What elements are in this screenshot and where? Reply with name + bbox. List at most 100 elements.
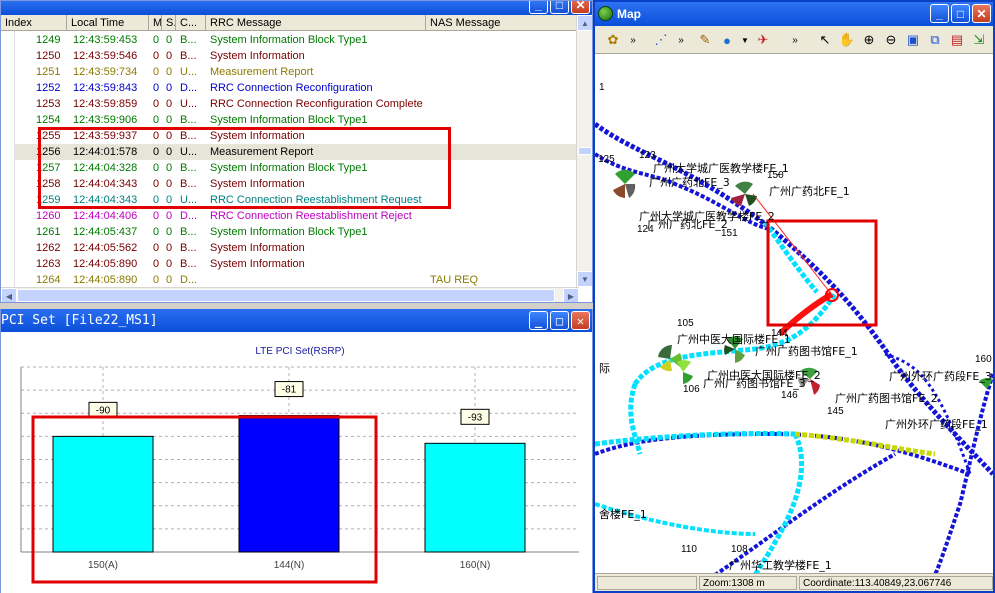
zoom-out-icon[interactable]: ⊖ [881, 30, 901, 50]
map-window-titlebar[interactable]: Map _ □ ✕ [595, 2, 993, 26]
scroll-right-icon[interactable]: ▶ [563, 288, 579, 302]
cell-s: 0 [166, 66, 173, 78]
cell-m: 0 [153, 82, 160, 94]
pci-window-titlebar[interactable]: PCI Set [File22_MS1] _ □ ✕ [1, 309, 592, 332]
export-icon[interactable]: ⇲ [969, 30, 989, 50]
cell-index: 1261 [36, 226, 61, 238]
satellite-icon[interactable]: ✈ [753, 30, 773, 50]
minimize-button[interactable]: _ [529, 1, 548, 14]
x-tick-label: 144(N) [274, 560, 305, 571]
cell-rrc-message [206, 272, 426, 288]
column-header-m[interactable]: M [149, 15, 162, 30]
cell-rrc-message: System Information [210, 50, 305, 62]
cell-nas-message [426, 32, 576, 48]
cell-site-105[interactable] [658, 344, 682, 372]
dropdown-arrow-icon[interactable]: ▼ [735, 30, 755, 50]
maximize-button[interactable]: □ [550, 311, 569, 330]
pointer-icon[interactable]: ↖ [815, 30, 835, 50]
cell-site-146[interactable] [797, 367, 820, 395]
coordinate-readout: Coordinate:113.40849,23.067746 [799, 576, 993, 590]
cell-time: 12:43:59:843 [73, 82, 138, 94]
hscroll-thumb[interactable] [17, 289, 555, 302]
cell-nas-message [426, 256, 576, 272]
maximize-button[interactable]: □ [550, 1, 569, 14]
cell-nas-message [426, 48, 576, 64]
column-header-s[interactable]: S.. [162, 15, 176, 30]
cell-channel: D... [180, 82, 198, 94]
column-header-nas[interactable]: NAS Message [426, 15, 579, 30]
table-row[interactable]: 1251 12:43:59:734 0 0 U... Measurement Report [15, 64, 579, 80]
column-header-index[interactable]: Index [1, 15, 67, 30]
table-row[interactable]: 1252 12:43:59:843 0 0 D... RRC Connection Rec… [15, 80, 579, 96]
cell-site-106[interactable] [677, 360, 693, 384]
scroll-down-icon[interactable]: ▼ [577, 271, 592, 287]
cell-nas-message [426, 96, 576, 112]
cell-rrc-message: System Information Block Type1 [210, 114, 368, 126]
table-row[interactable]: 1260 12:44:04:406 0 0 D... RRC Connection Ree… [15, 208, 579, 224]
cell-time: 12:43:59:453 [73, 34, 138, 46]
table-row[interactable]: 1250 12:43:59:546 0 0 B... System Information [15, 48, 579, 64]
cell-time: 12:44:04:406 [73, 210, 138, 222]
cell-s: 0 [166, 82, 173, 94]
route-segment-5 [752, 432, 805, 575]
column-header-time[interactable]: Local Time [67, 15, 149, 30]
route-segment-1 [762, 220, 819, 294]
table-row[interactable]: 1264 12:44:05:890 0 0 D... TAU REQ [15, 272, 579, 288]
zoom-readout: Zoom:1308 m [699, 576, 797, 590]
table-row[interactable]: 1254 12:43:59:906 0 0 B... System Information… [15, 112, 579, 128]
table-row[interactable]: 1249 12:43:59:453 0 0 B... System Information… [15, 32, 579, 48]
cell-time: 12:43:59:859 [73, 98, 138, 110]
horizontal-scrollbar[interactable]: ◀ ▶ [1, 287, 579, 302]
cell-index: 1250 [36, 50, 61, 62]
cell-index: 1263 [36, 258, 61, 270]
cell-channel: B... [180, 242, 197, 254]
zoom-in-icon[interactable]: ⊕ [859, 30, 879, 50]
cell-m: 0 [153, 258, 160, 270]
cell-m: 0 [153, 274, 160, 286]
zoom-window-icon[interactable]: ⧉ [925, 30, 945, 50]
table-row[interactable]: 1253 12:43:59:859 0 0 U... RRC Connection Rec… [15, 96, 579, 112]
cell-rrc-message: System Information [210, 242, 305, 254]
settings-gear-icon[interactable]: ✿ [603, 30, 623, 50]
cell-m: 0 [153, 210, 160, 222]
x-tick-label: 150(A) [88, 560, 118, 571]
cell-site-150[interactable] [613, 169, 636, 198]
scroll-up-icon[interactable]: ▲ [577, 15, 592, 31]
pci-window-title: PCI Set [File22_MS1] [1, 313, 158, 328]
zoom-extent-icon[interactable]: ▣ [903, 30, 923, 50]
layers-icon[interactable]: ▤ [947, 30, 967, 50]
toolbar-more-icon-2[interactable]: » [671, 30, 691, 50]
cell-nas-message [426, 208, 576, 224]
cell-s: 0 [166, 226, 173, 238]
cell-site-151[interactable] [731, 181, 757, 206]
minimize-button[interactable]: _ [930, 4, 949, 23]
column-header-rrc[interactable]: RRC Message [206, 15, 426, 30]
close-button[interactable]: ✕ [571, 1, 590, 14]
scroll-thumb[interactable] [578, 147, 592, 155]
message-window-titlebar[interactable]: _ □ ✕ [1, 1, 592, 15]
close-button[interactable]: ✕ [972, 4, 991, 23]
table-row[interactable]: 1262 12:44:05:562 0 0 B... System Information [15, 240, 579, 256]
cell-channel: B... [180, 258, 197, 270]
minimize-button[interactable]: _ [529, 311, 548, 330]
globe-layer-icon[interactable]: ● [717, 30, 737, 50]
pan-hand-icon[interactable]: ✋ [837, 30, 857, 50]
vertical-scrollbar[interactable]: ▲ ▼ [576, 15, 592, 287]
toolbar-more-icon-3[interactable]: » [785, 30, 805, 50]
maximize-button[interactable]: □ [951, 4, 970, 23]
cell-index: 1251 [36, 66, 61, 78]
data-label: -93 [468, 412, 483, 423]
data-label: -81 [282, 385, 297, 396]
toolbar-more-icon[interactable]: » [623, 30, 643, 50]
ruler-icon[interactable]: ✎ [695, 30, 715, 50]
column-header-c[interactable]: C... [176, 15, 206, 30]
pci-bar-chart: LTE PCI Set(RSRP) -90 150(A) -81 144(N) -93 16… [20, 346, 579, 584]
map-canvas[interactable] [595, 54, 993, 575]
scroll-left-icon[interactable]: ◀ [1, 288, 17, 302]
close-button[interactable]: ✕ [571, 311, 590, 330]
table-row[interactable]: 1261 12:44:05:437 0 0 B... System Information… [15, 224, 579, 240]
cell-m: 0 [153, 66, 160, 78]
cell-m: 0 [153, 98, 160, 110]
route-icon[interactable]: ⋰ [651, 30, 671, 50]
table-row[interactable]: 1263 12:44:05:890 0 0 B... System Information [15, 256, 579, 272]
